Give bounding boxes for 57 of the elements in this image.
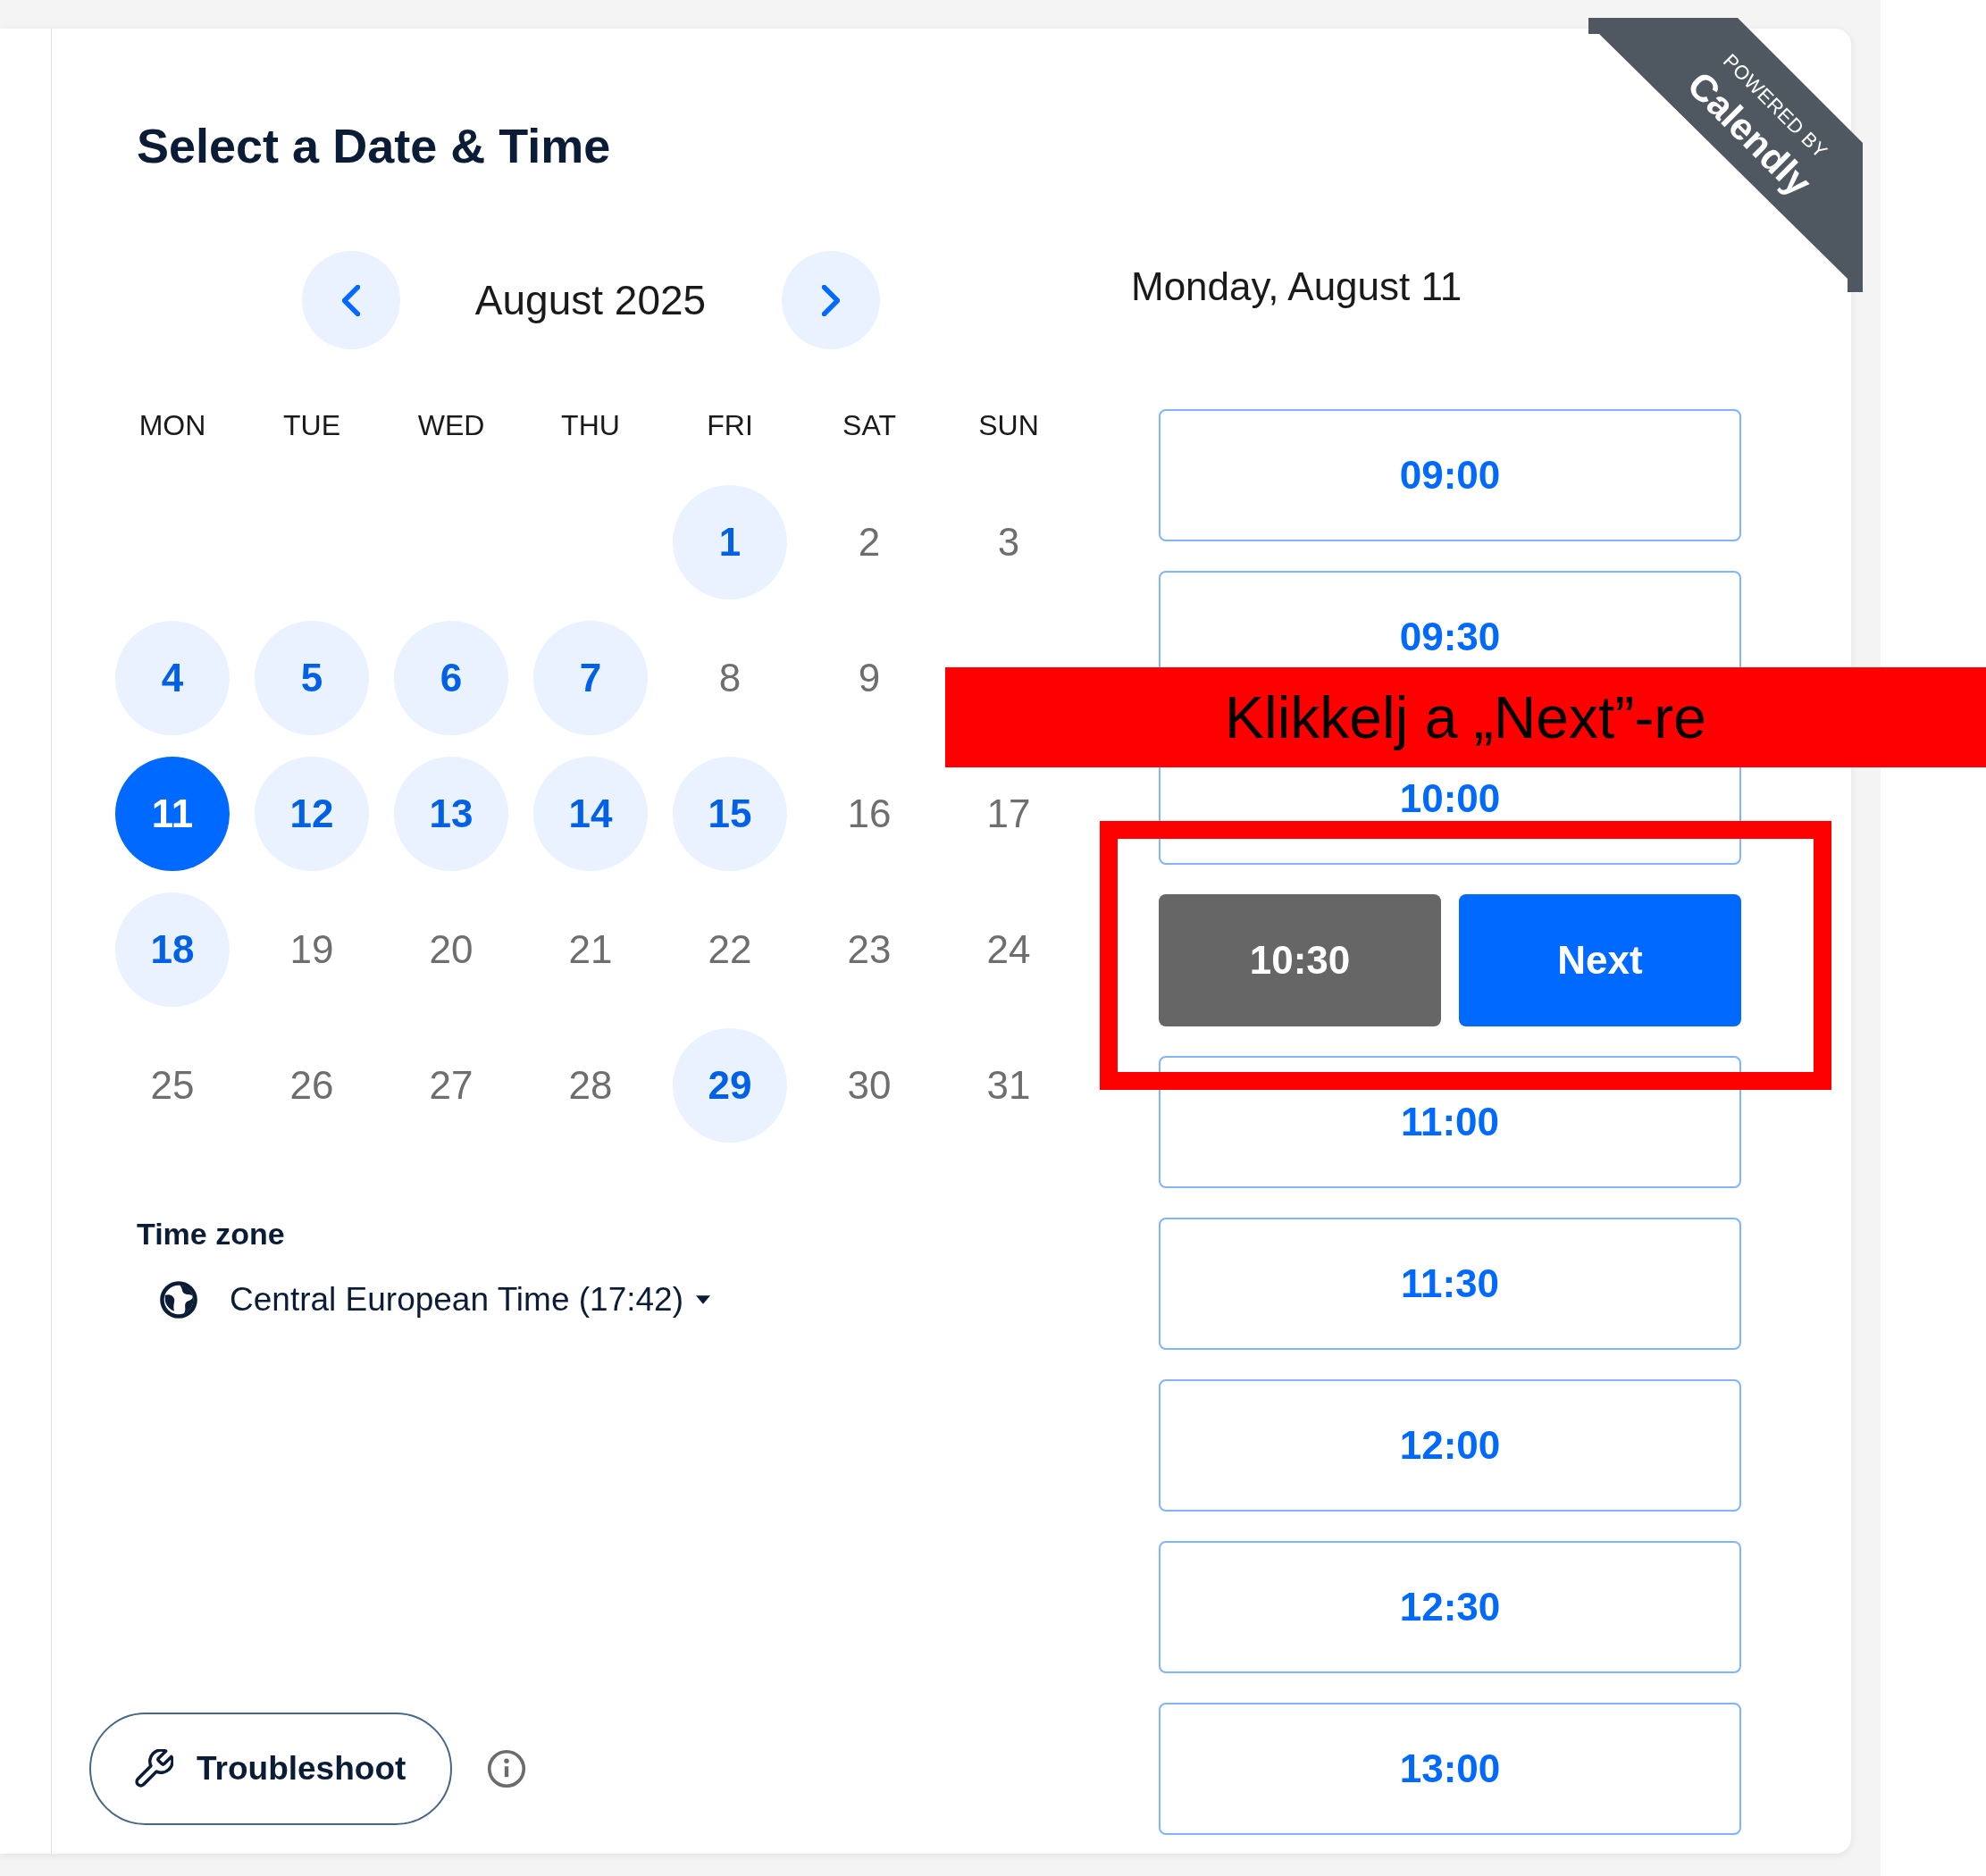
- date-button[interactable]: 18: [115, 892, 230, 1007]
- weekday-header: SAT: [842, 408, 896, 443]
- date-label: 25: [150, 1062, 195, 1109]
- date-label: 31: [986, 1062, 1031, 1109]
- weekday-header: SUN: [978, 408, 1039, 443]
- next-button[interactable]: Next: [1459, 894, 1741, 1026]
- date-button[interactable]: 15: [673, 757, 787, 871]
- date-button[interactable]: 14: [533, 757, 648, 871]
- chevron-right-icon: [821, 284, 840, 316]
- date-label: 2: [858, 519, 881, 565]
- date-label: 21: [568, 926, 613, 973]
- weekday-header: MON: [138, 408, 206, 443]
- date-button[interactable]: 6: [394, 621, 508, 735]
- date-label: 9: [858, 655, 881, 701]
- date-button[interactable]: 13: [394, 757, 508, 871]
- date-button[interactable]: 7: [533, 621, 648, 735]
- time-slot-button[interactable]: 13:00: [1159, 1703, 1741, 1835]
- date-label: 3: [997, 519, 1020, 565]
- chevron-left-icon: [341, 284, 360, 316]
- timezone-dropdown[interactable]: Central European Time (17:42): [160, 1280, 710, 1319]
- time-slot-button[interactable]: 12:00: [1159, 1379, 1741, 1512]
- date-button[interactable]: 1: [673, 485, 787, 599]
- date-label: 28: [568, 1062, 613, 1109]
- date-label: 30: [847, 1062, 892, 1109]
- weekday-header: FRI: [707, 408, 753, 443]
- caret-down-icon: [696, 1295, 710, 1304]
- time-slot-button[interactable]: 09:00: [1159, 409, 1741, 541]
- globe-icon: [160, 1281, 197, 1319]
- date-button[interactable]: 29: [673, 1028, 787, 1143]
- selected-date-button[interactable]: 11: [115, 757, 230, 871]
- date-button[interactable]: 5: [255, 621, 369, 735]
- date-label: 22: [708, 926, 752, 973]
- page-title: Select a Date & Time: [137, 118, 611, 174]
- date-label: 19: [289, 926, 334, 973]
- timezone-label: Time zone: [137, 1216, 285, 1252]
- info-icon[interactable]: [487, 1749, 526, 1788]
- date-label: 24: [986, 926, 1031, 973]
- weekday-header: THU: [561, 408, 620, 443]
- date-label: 16: [847, 791, 892, 837]
- time-slot-button[interactable]: 12:30: [1159, 1541, 1741, 1673]
- date-label: 27: [429, 1062, 473, 1109]
- selected-time-button[interactable]: 10:30: [1159, 894, 1441, 1026]
- selected-date-heading: Monday, August 11: [1131, 264, 1462, 310]
- date-label: 20: [429, 926, 473, 973]
- date-label: 8: [718, 655, 742, 701]
- time-slot-button[interactable]: 11:30: [1159, 1218, 1741, 1350]
- month-label: August 2025: [473, 276, 708, 324]
- troubleshoot-button[interactable]: Troubleshoot: [89, 1713, 452, 1825]
- date-label: 26: [289, 1062, 334, 1109]
- weekday-header: TUE: [283, 408, 340, 443]
- instruction-tooltip: Klikkelj a „Next”-re: [945, 667, 1986, 767]
- date-button[interactable]: 4: [115, 621, 230, 735]
- date-label: 23: [847, 926, 892, 973]
- weekday-header: WED: [417, 408, 485, 443]
- wrench-icon: [134, 1749, 173, 1788]
- date-button[interactable]: 12: [255, 757, 369, 871]
- date-label: 17: [986, 791, 1031, 837]
